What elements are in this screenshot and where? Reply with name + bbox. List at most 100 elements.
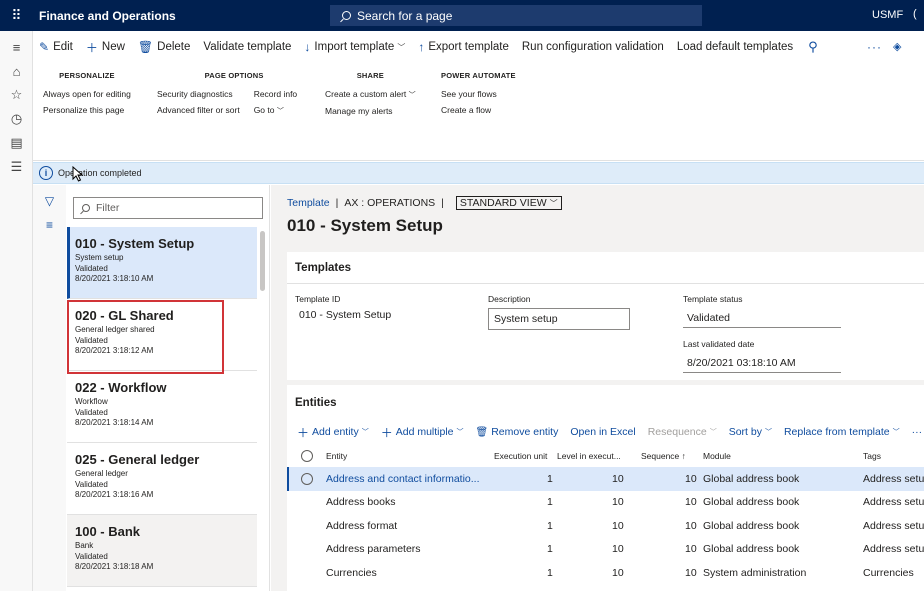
template-id-field: Template ID 010 - System Setup [295, 294, 392, 321]
col-tags[interactable]: Tags [863, 445, 881, 467]
group-personalize: PERSONALIZE Always open for editing Pers… [43, 71, 131, 121]
info-icon: i [39, 166, 53, 180]
breadcrumb-template-link[interactable]: Template [287, 197, 330, 209]
app-launcher-icon[interactable]: ⠿ [0, 0, 33, 31]
col-entity[interactable]: Entity [326, 445, 347, 467]
upload-icon: ↑ [418, 40, 425, 54]
list-tools: ▽ ≡ [33, 185, 66, 591]
entities-header[interactable]: Entities [287, 385, 924, 421]
plus-icon: ＋ [85, 40, 98, 55]
chevron-down-icon: ﹀ [408, 92, 416, 99]
create-a-flow-button[interactable]: Create a flow [441, 105, 516, 115]
description-input[interactable]: System setup [488, 308, 630, 330]
new-button[interactable]: ＋ New [86, 39, 125, 56]
delete-button[interactable]: 🗑 Delete [138, 40, 190, 54]
always-open-for-editing-button[interactable]: Always open for editing [43, 89, 131, 99]
table-row[interactable]: Address and contact informatio... 1 10 1… [287, 467, 924, 491]
list-icon[interactable]: ☰ [0, 155, 33, 179]
download-icon: ↓ [304, 40, 311, 54]
more-options-icon[interactable]: ··· [867, 40, 882, 54]
table-row[interactable]: Address format 1 10 10 Global address bo… [287, 514, 924, 538]
col-execution-unit[interactable]: Execution unit [494, 445, 547, 467]
message-text: Operation completed [58, 168, 142, 178]
add-multiple-button[interactable]: ＋ Add multiple ﹀ [381, 424, 464, 441]
load-default-templates-button[interactable]: Load default templates [677, 41, 793, 53]
pin-icon[interactable]: ◈ [893, 40, 901, 53]
add-entity-button[interactable]: ＋ Add entity ﹀ [297, 424, 369, 441]
message-bar: i Operation completed [33, 162, 924, 184]
record-info-button[interactable]: Record info [254, 89, 297, 99]
app-title[interactable]: Finance and Operations [39, 9, 329, 23]
list-item[interactable]: 025 - General ledger General ledger Vali… [67, 443, 257, 515]
list-item[interactable]: 010 - System Setup System setup Validate… [67, 227, 257, 299]
table-row[interactable]: Address books 1 10 10 Global address boo… [287, 491, 924, 515]
entities-toolbar: ＋ Add entity ﹀ ＋ Add multiple ﹀ 🗑 Remove enti… [287, 421, 924, 443]
chevron-down-icon: ﹀ [276, 108, 284, 115]
open-in-excel-button[interactable]: Open in Excel [570, 426, 635, 438]
personalize-this-page-button[interactable]: Personalize this page [43, 105, 131, 115]
filter-funnel-icon[interactable]: ▽ [33, 189, 66, 213]
star-icon[interactable]: ☆ [0, 83, 33, 107]
filter-placeholder: Filter [96, 202, 120, 214]
action-groups: PERSONALIZE Always open for editing Pers… [33, 71, 924, 141]
plus-icon: ＋ [380, 425, 393, 440]
workspace-icon[interactable]: ▤ [0, 131, 33, 155]
group-header: SHARE [356, 71, 384, 80]
replace-from-template-button[interactable]: Replace from template ﹀ [784, 426, 900, 438]
highlight-box [67, 300, 224, 374]
see-your-flows-button[interactable]: See your flows [441, 89, 516, 99]
clock-icon[interactable]: ◷ [0, 107, 33, 131]
col-level[interactable]: Level in execut... [557, 445, 621, 467]
sort-ascending-icon: ↑ [681, 451, 686, 461]
list-scrollbar[interactable] [260, 231, 265, 291]
templates-header[interactable]: Templates [287, 252, 924, 284]
trash-icon: 🗑 [475, 426, 489, 438]
trash-icon: 🗑 [137, 40, 154, 54]
list-item[interactable]: 022 - Workflow Workflow Validated 8/20/2… [67, 371, 257, 443]
chevron-down-icon: ﹀ [549, 199, 558, 208]
company-picker[interactable]: USMF [872, 9, 903, 21]
list-item[interactable]: 100 - Bank Bank Validated 8/20/2021 3:18… [67, 515, 257, 587]
command-bar: ✎ Edit ＋ New 🗑 Delete Validate template ↓ Im… [33, 31, 924, 63]
row-select-radio[interactable] [301, 472, 313, 485]
col-sequence[interactable]: Sequence ↑ [641, 445, 686, 467]
chevron-down-icon: ﹀ [892, 429, 900, 436]
hamburger-icon[interactable]: ≡ [0, 35, 33, 59]
chevron-down-icon: ﹀ [764, 429, 772, 436]
template-status-field: Template status Validated [683, 294, 841, 328]
resequence-button[interactable]: Resequence ﹀ [648, 426, 717, 438]
page-title: 010 - System Setup [287, 216, 443, 235]
go-to-button[interactable]: Go to ﹀ [254, 105, 297, 116]
advanced-filter-button[interactable]: Advanced filter or sort [157, 105, 240, 115]
select-all-radio[interactable] [301, 450, 313, 462]
table-row[interactable]: Currencies 1 10 10 System administration… [287, 561, 924, 585]
sort-by-button[interactable]: Sort by ﹀ [729, 426, 772, 438]
remove-entity-button[interactable]: 🗑 Remove entity [476, 426, 559, 438]
global-search-box[interactable]: Search for a page [330, 5, 702, 26]
mouse-cursor-icon [72, 166, 84, 182]
table-row[interactable]: Address parameters 1 10 10 Global addres… [287, 538, 924, 562]
edit-button[interactable]: ✎ Edit [39, 40, 73, 54]
security-diagnostics-button[interactable]: Security diagnostics [157, 89, 240, 99]
chevron-down-icon: ﹀ [456, 429, 464, 436]
col-module[interactable]: Module [703, 445, 731, 467]
export-template-button[interactable]: ↑ Export template [418, 40, 509, 54]
plus-icon: ＋ [297, 425, 310, 440]
run-configuration-validation-button[interactable]: Run configuration validation [522, 41, 664, 53]
create-custom-alert-button[interactable]: Create a custom alert ﹀ [325, 89, 416, 100]
list-view-icon[interactable]: ≡ [33, 213, 66, 237]
grid-header-row: Entity Execution unit Level in execut...… [287, 445, 924, 467]
view-selector[interactable]: STANDARD VIEW ﹀ [455, 196, 562, 210]
search-icon[interactable]: ⚲ [808, 39, 818, 55]
validate-template-button[interactable]: Validate template [203, 41, 291, 53]
manage-my-alerts-button[interactable]: Manage my alerts [325, 106, 416, 116]
more-options-icon[interactable]: ··· [912, 426, 923, 438]
template-list: 010 - System Setup System setup Validate… [67, 227, 257, 591]
group-page-options: PAGE OPTIONS Security diagnostics Advanc… [157, 71, 311, 122]
import-template-button[interactable]: ↓ Import template ﹀ [304, 40, 405, 54]
description-field: Description System setup [488, 294, 630, 330]
group-header: POWER AUTOMATE [441, 71, 516, 80]
home-icon[interactable]: ⌂ [0, 59, 33, 83]
filter-input[interactable]: Filter [73, 197, 263, 219]
group-header: PAGE OPTIONS [204, 71, 264, 80]
